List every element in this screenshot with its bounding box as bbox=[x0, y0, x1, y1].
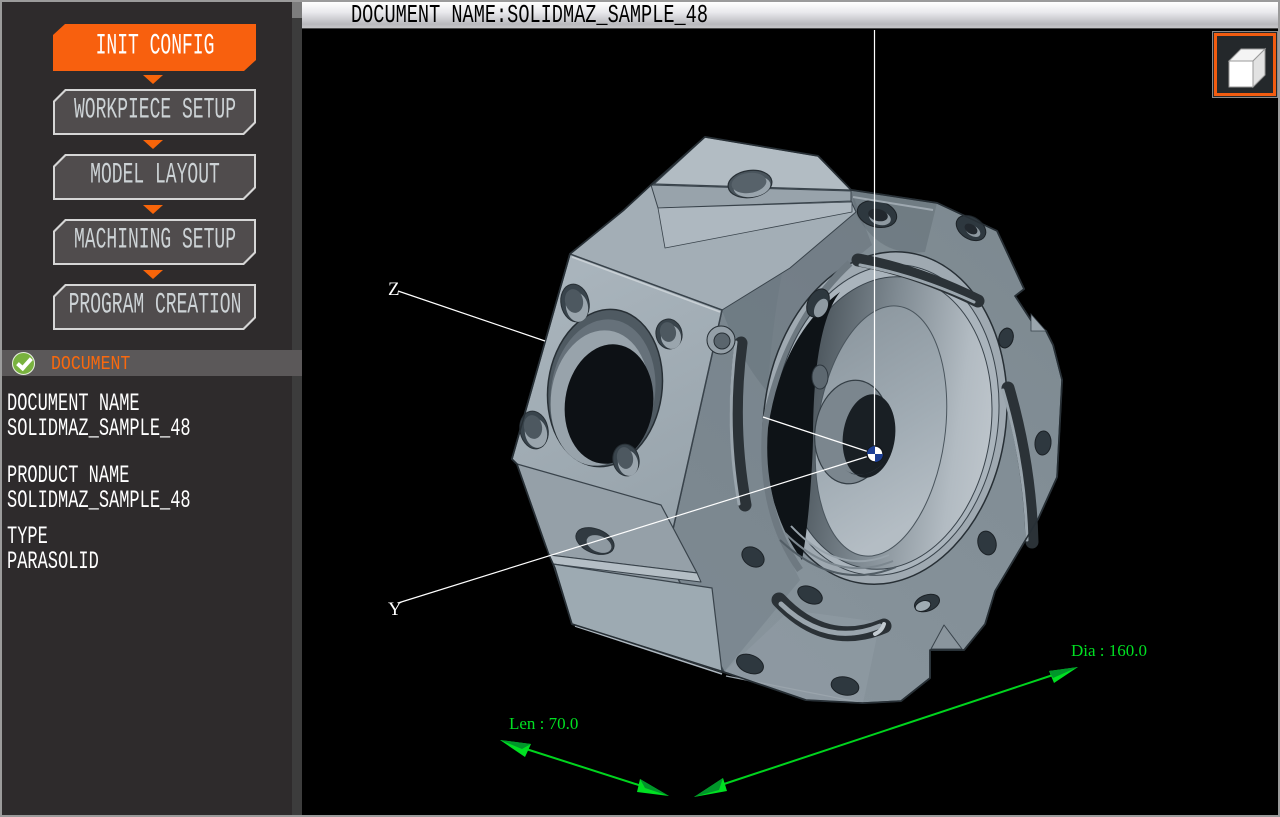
svg-text:Y: Y bbox=[388, 599, 402, 620]
svg-text:Len : 70.0: Len : 70.0 bbox=[509, 714, 578, 733]
svg-text:Dia : 160.0: Dia : 160.0 bbox=[1071, 641, 1147, 660]
svg-text:Z: Z bbox=[388, 279, 400, 300]
